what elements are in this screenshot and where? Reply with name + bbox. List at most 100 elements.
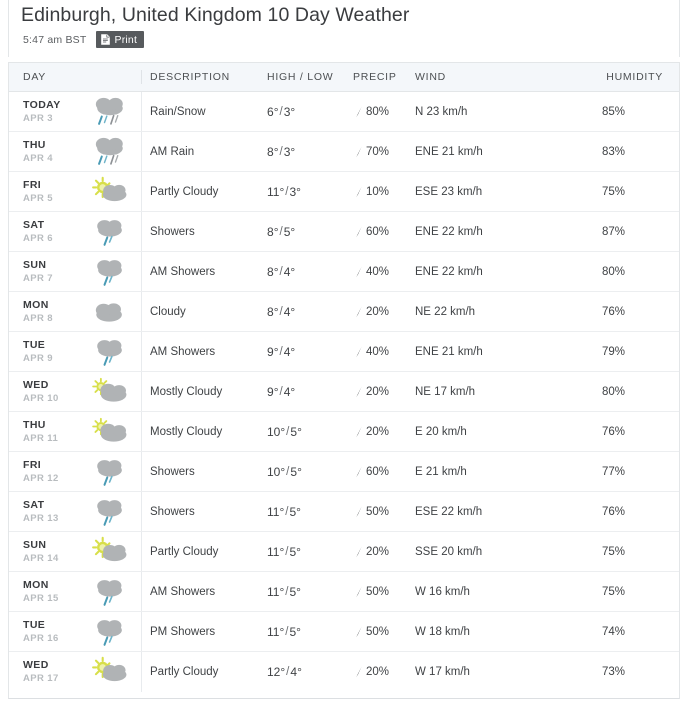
table-row[interactable]: TODAY APR 3 Rain/Snow 6 °/3 ° 80% N 23 km/h 85% xyxy=(9,92,679,132)
temp-low: 5 xyxy=(289,544,297,559)
table-body: TODAY APR 3 Rain/Snow 6 °/3 ° 80% N 23 km/h 85% T… xyxy=(9,92,679,692)
temp-high: 9 xyxy=(267,344,274,359)
day-label-block: THU APR 11 xyxy=(23,419,85,445)
precip-wrapper: 20% xyxy=(347,426,389,438)
wind-cell: N 23 km/h xyxy=(409,92,594,131)
table-row[interactable]: SAT APR 13 Showers 11 °/5 ° 50% ESE 22 km/h 76% xyxy=(9,492,679,532)
column-header-precip: PRECIP xyxy=(353,71,397,83)
partly-cloudy-icon xyxy=(87,533,133,571)
wind-cell: ENE 22 km/h xyxy=(409,252,594,291)
temp-low: 5 xyxy=(283,224,291,239)
temp-low: 5 xyxy=(289,624,297,639)
humidity-value: 76% xyxy=(602,305,626,318)
wind-value: E 20 km/h xyxy=(415,425,467,438)
table-row[interactable]: TUE APR 9 AM Showers 9 °/4 ° 40% ENE 21 km/h 79% xyxy=(9,332,679,372)
wind-cell: SSE 20 km/h xyxy=(409,532,594,571)
day-name: TUE xyxy=(23,618,46,631)
temp-separator: / xyxy=(285,505,289,518)
precip-cell: 20% xyxy=(347,372,409,411)
high-low-cell: 10 °/5 ° xyxy=(267,464,302,479)
table-row[interactable]: SUN APR 7 AM Showers 8 °/4 ° 40% ENE 22 km/h 80% xyxy=(9,252,679,292)
high-low-cell: 11 °/5 ° xyxy=(267,504,301,519)
temp-low: 4 xyxy=(283,344,291,359)
precip-value: 70% xyxy=(366,145,390,158)
description-cell: Mostly Cloudy xyxy=(150,425,223,438)
temp-low: 3 xyxy=(283,144,291,159)
precip-value: 80% xyxy=(366,105,390,118)
description-cell: Showers xyxy=(150,465,195,478)
wind-cell: ESE 22 km/h xyxy=(409,492,594,531)
precip-cell: 20% xyxy=(347,292,409,331)
day-cell: MON APR 15 xyxy=(9,572,142,611)
precip-wrapper: 20% xyxy=(347,666,389,678)
rain-snow-icon xyxy=(87,133,133,171)
precip-wrapper: 20% xyxy=(347,386,389,398)
high-low-cell: 9 °/4 ° xyxy=(267,344,296,359)
table-row[interactable]: SAT APR 6 Showers 8 °/5 ° 60% ENE 22 km/h 87% xyxy=(9,212,679,252)
day-label-block: MON APR 15 xyxy=(23,579,85,605)
precip-wrapper: 70% xyxy=(347,146,389,158)
description-cell: Partly Cloudy xyxy=(150,545,219,558)
precip-cell: 50% xyxy=(347,572,409,611)
day-cell: THU APR 11 xyxy=(9,412,142,451)
mostly-cloudy-icon xyxy=(87,413,133,451)
table-row[interactable]: WED APR 10 Mostly Cloudy 9 °/4 ° 20% NE 17 km/h… xyxy=(9,372,679,412)
day-cell: WED APR 10 xyxy=(9,372,142,411)
precip-wrapper: 50% xyxy=(347,586,389,598)
column-header-day: DAY xyxy=(9,70,142,84)
precip-cell: 60% xyxy=(347,452,409,491)
table-row[interactable]: WED APR 17 Partly Cloudy 12 °/4 ° 20% W 17 km/h… xyxy=(9,652,679,692)
table-row[interactable]: THU APR 4 AM Rain 8 °/3 ° 70% ENE 21 km/h 83% xyxy=(9,132,679,172)
local-time: 5:47 am BST xyxy=(23,33,87,46)
raindrop-icon xyxy=(355,226,363,238)
table-row[interactable]: THU APR 11 Mostly Cloudy 10 °/5 ° 20% E 20 km/h… xyxy=(9,412,679,452)
day-date: APR 8 xyxy=(23,312,53,324)
temp-high: 11 xyxy=(267,584,280,599)
day-label-block: TUE APR 9 xyxy=(23,339,85,365)
precip-wrapper: 40% xyxy=(347,266,389,278)
temp-low: 5 xyxy=(289,504,297,519)
wind-value: SSE 20 km/h xyxy=(415,545,483,558)
day-cell: FRI APR 5 xyxy=(9,172,142,211)
cloudy-icon xyxy=(87,293,133,331)
column-header-description: DESCRIPTION xyxy=(150,71,231,83)
temp-separator: / xyxy=(279,225,283,238)
table-row[interactable]: SUN APR 14 Partly Cloudy 11 °/5 ° 20% SSE 20 km… xyxy=(9,532,679,572)
day-cell: TUE APR 9 xyxy=(9,332,142,371)
temp-separator: / xyxy=(285,585,289,598)
humidity-value: 73% xyxy=(602,666,626,678)
precip-value: 60% xyxy=(366,465,390,478)
precip-wrapper: 20% xyxy=(347,546,389,558)
day-cell: FRI APR 12 xyxy=(9,452,142,491)
description-cell: AM Showers xyxy=(150,265,216,278)
precip-wrapper: 20% xyxy=(347,306,389,318)
temp-separator: / xyxy=(279,145,283,158)
table-row[interactable]: FRI APR 5 Partly Cloudy 11 °/3 ° 10% ESE 23 km/… xyxy=(9,172,679,212)
humidity-value: 80% xyxy=(602,385,626,398)
precip-value: 10% xyxy=(366,185,390,198)
table-row[interactable]: FRI APR 12 Showers 10 °/5 ° 60% E 21 km/h 77% xyxy=(9,452,679,492)
table-row[interactable]: MON APR 15 AM Showers 11 °/5 ° 50% W 16 km/h 75% xyxy=(9,572,679,612)
high-low-cell: 12 °/4 ° xyxy=(267,665,302,679)
raindrop-icon xyxy=(355,506,363,518)
humidity-value: 83% xyxy=(602,145,626,158)
wind-value: NE 17 km/h xyxy=(415,385,476,398)
temp-separator: / xyxy=(286,666,290,678)
precip-cell: 40% xyxy=(347,332,409,371)
precip-wrapper: 40% xyxy=(347,346,389,358)
temp-separator: / xyxy=(279,345,283,358)
day-name: MON xyxy=(23,578,49,591)
humidity-cell: 74% xyxy=(594,612,679,651)
temp-high: 6 xyxy=(267,104,274,119)
humidity-cell: 85% xyxy=(594,92,679,131)
wind-cell: W 17 km/h xyxy=(409,652,594,692)
print-button[interactable]: Print xyxy=(96,31,145,48)
raindrop-icon xyxy=(355,106,363,118)
temp-low: 4 xyxy=(283,384,291,399)
table-row[interactable]: MON APR 8 Cloudy 8 °/4 ° 20% NE 22 km/h 76% xyxy=(9,292,679,332)
day-cell: SAT APR 6 xyxy=(9,212,142,251)
precip-cell: 50% xyxy=(347,492,409,531)
raindrop-icon xyxy=(355,346,363,358)
day-label-block: MON APR 8 xyxy=(23,299,85,325)
table-row[interactable]: TUE APR 16 PM Showers 11 °/5 ° 50% W 18 km/h 74% xyxy=(9,612,679,652)
